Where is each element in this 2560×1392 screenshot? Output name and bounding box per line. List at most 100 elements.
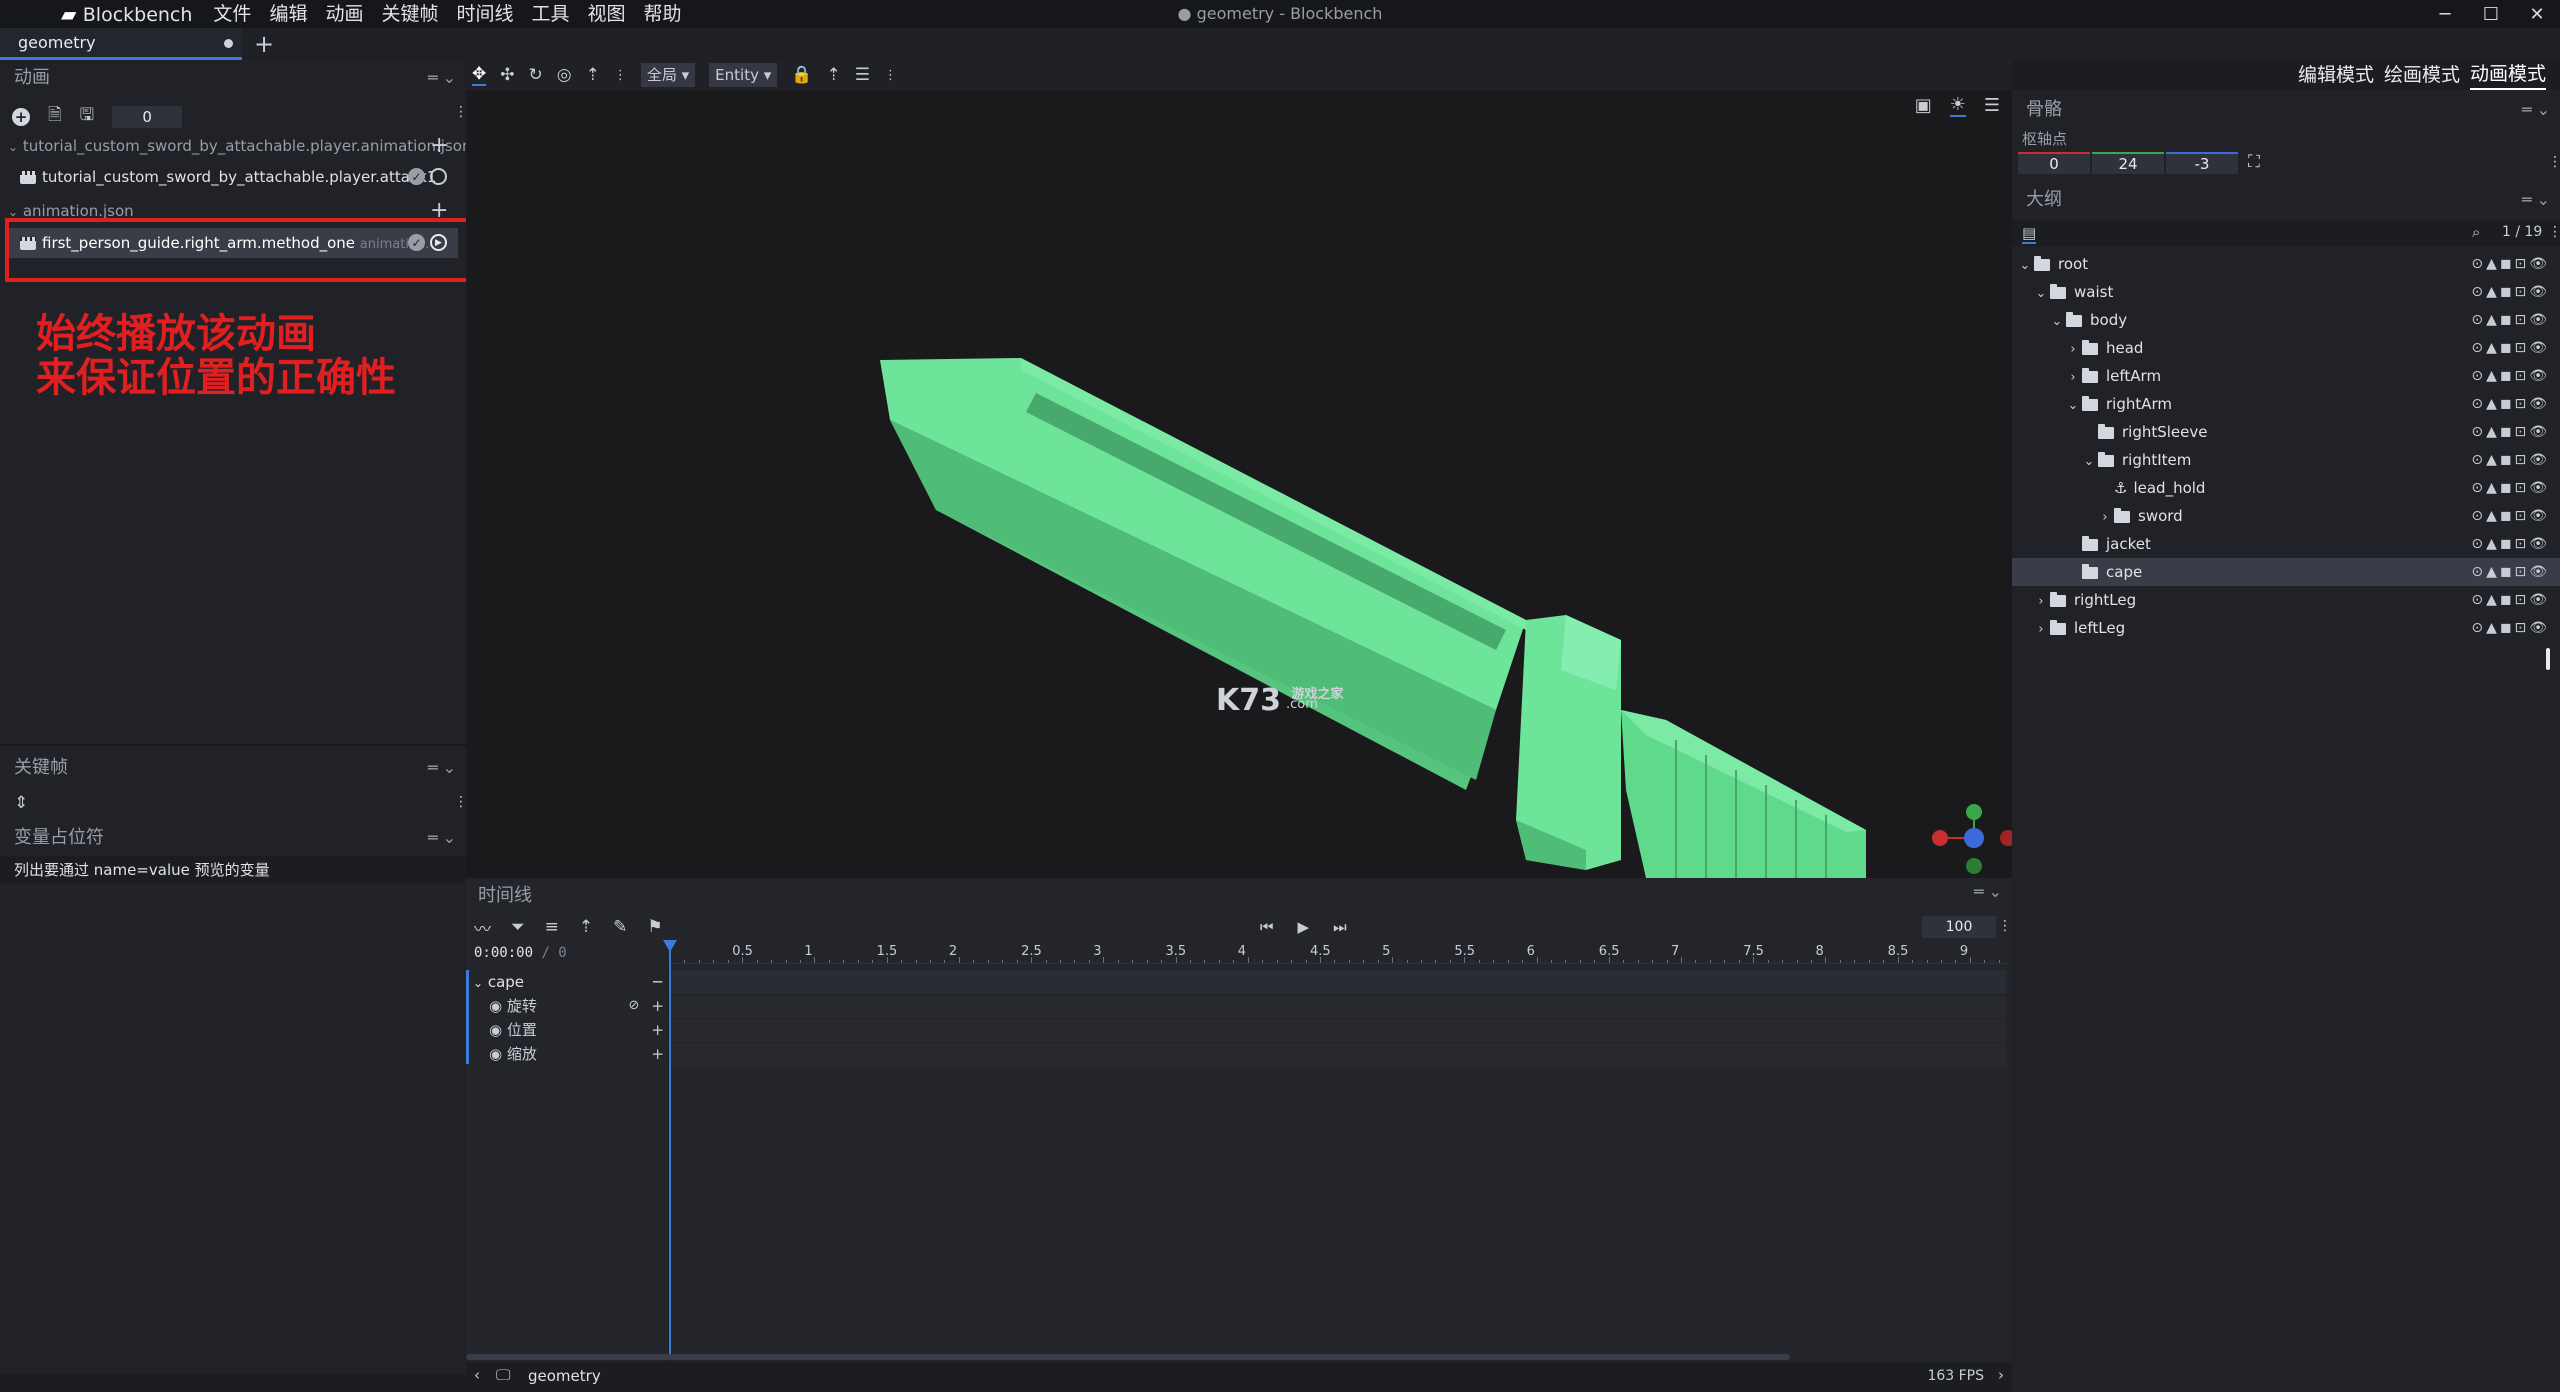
mode-paint[interactable]: 绘画模式 [2384,60,2460,90]
channel-bone-row[interactable]: ⌄ cape ─ [469,970,668,994]
keyframe-interpolation-icon[interactable]: ⇕ [14,793,28,813]
mirror-icon[interactable]: ⇡ [826,65,840,85]
skip-end-icon[interactable]: ⏭ [1333,918,1347,936]
rotate-tool-icon[interactable]: ↻ [529,65,543,85]
chevron-right-icon[interactable]: › [2034,616,2048,644]
chevron-down-icon[interactable]: ⌄ [2034,280,2048,308]
screenshot-icon[interactable]: ▣ [1915,94,1932,117]
sort-icon[interactable]: ⇡ [579,917,593,937]
more-icon[interactable]: ⋮ [2548,154,2560,170]
outliner-item-lead_hold[interactable]: ⚓ lead_hold ⊙▲◼⊡👁 [2012,474,2560,502]
timeline-scrollbar[interactable] [466,1354,1790,1360]
outliner-item-cape[interactable]: cape ⊙▲◼⊡👁 [2012,558,2560,586]
filter-icon[interactable]: ⏷ [511,917,525,937]
anim-time-input[interactable] [112,105,183,128]
chevron-down-icon[interactable]: ⌄ [2018,252,2032,280]
chevron-right-icon[interactable]: › [2066,364,2080,392]
chevron-left-icon[interactable]: ‹ [474,1366,480,1384]
3d-viewport[interactable]: K73 游戏之家 .com ▣ ☀ ☰ [466,90,2012,878]
add-keyframe-icon[interactable]: + [651,994,664,1018]
outliner-item-waist[interactable]: ⌄ waist ⊙▲◼⊡👁 [2012,278,2560,306]
eye-icon[interactable]: ◉ [489,1045,502,1063]
add-group-icon[interactable]: ▤ [2022,224,2037,244]
outliner-item-root[interactable]: ⌄ root ⊙▲◼⊡👁 [2012,250,2560,278]
vertex-snap-icon[interactable]: ⇡ [586,65,600,85]
minimize-icon[interactable]: ─ [2422,0,2468,28]
visibility-toggle-icons[interactable]: ⊙▲◼⊡👁 [2471,558,2550,586]
align-icon[interactable]: ☰ [855,65,870,85]
panel-menu-icon[interactable]: ═ ⌄ [428,750,456,786]
visibility-toggle-icons[interactable]: ⊙▲◼⊡👁 [2471,614,2550,642]
visibility-toggle-icons[interactable]: ⊙▲◼⊡👁 [2471,362,2550,390]
add-keyframe-icon[interactable]: + [651,1042,664,1066]
play-icon[interactable]: ▶ [1298,918,1310,936]
visibility-toggle-icons[interactable]: ⊙▲◼⊡👁 [2471,530,2550,558]
pivot-tool-icon[interactable]: ◎ [557,65,572,85]
lock-icon[interactable]: 🔒 [791,65,812,85]
panel-menu-icon[interactable]: ═ ⌄ [428,820,456,856]
lighting-icon[interactable]: ☀ [1949,94,1966,117]
outliner-item-head[interactable]: › head ⊙▲◼⊡👁 [2012,334,2560,362]
animation-item-attack1[interactable]: tutorial_custom_sword_by_attachable.play… [0,162,466,192]
mode-edit[interactable]: 编辑模式 [2298,60,2374,90]
resize-tool-icon[interactable]: ✣ [500,65,514,85]
outliner-item-jacket[interactable]: jacket ⊙▲◼⊡👁 [2012,530,2560,558]
channel-scale[interactable]: ◉ 缩放 + [469,1042,668,1066]
playhead-handle[interactable] [663,940,677,952]
outliner-item-leftArm[interactable]: › leftArm ⊙▲◼⊡👁 [2012,362,2560,390]
mode-animate[interactable]: 动画模式 [2469,60,2546,90]
track-position[interactable] [670,1020,2006,1042]
move-tool-icon[interactable]: ✥ [472,64,487,86]
collapse-icon[interactable]: ─ [653,970,662,994]
animation-file-1[interactable]: ⌄ tutorial_custom_sword_by_attachable.pl… [0,131,466,161]
maximize-icon[interactable]: ☐ [2468,0,2514,28]
more-icon[interactable]: ⋮ [1998,918,2012,934]
outliner-item-leftLeg[interactable]: › leftLeg ⊙▲◼⊡👁 [2012,614,2560,642]
track-rotation[interactable] [670,996,2006,1018]
outliner-item-rightLeg[interactable]: › rightLeg ⊙▲◼⊡👁 [2012,586,2560,614]
check-icon[interactable]: ✓ [408,168,425,185]
visibility-toggle-icons[interactable]: ⊙▲◼⊡👁 [2471,334,2550,362]
panel-menu-icon[interactable]: ═ ⌄ [2522,182,2550,218]
disable-icon[interactable]: ⊘ [629,994,640,1018]
outliner-item-rightArm[interactable]: ⌄ rightArm ⊙▲◼⊡👁 [2012,390,2560,418]
channel-rotation[interactable]: ◉ 旋转 + ⊘ [469,994,668,1018]
chevron-down-icon[interactable]: ⌄ [2050,308,2064,336]
variable-input[interactable]: 列出要通过 name=value 预览的变量 [0,856,466,884]
visibility-toggle-icons[interactable]: ⊙▲◼⊡👁 [2471,250,2550,278]
pivot-y-input[interactable] [2092,152,2164,174]
chevron-down-icon[interactable]: ⌄ [2066,392,2080,420]
pivot-dropdown[interactable]: Entity ▾ [709,63,778,87]
chevron-right-icon[interactable]: › [2066,336,2080,364]
track-scale[interactable] [670,1044,2006,1066]
menu-icon[interactable]: ☰ [1984,94,2000,117]
pivot-x-input[interactable] [2018,152,2090,174]
chevron-down-icon[interactable]: ⌄ [2082,448,2096,476]
space-dropdown[interactable]: 全局 ▾ [640,63,696,87]
more-icon[interactable]: ⋮ [2548,224,2560,240]
chevron-right-icon[interactable]: › [1998,1366,2004,1384]
search-icon[interactable]: ⌕ [2472,223,2480,241]
visibility-toggle-icons[interactable]: ⊙▲◼⊡👁 [2471,418,2550,446]
panel-menu-icon[interactable]: ═ ⌄ [1974,882,2002,901]
outliner-item-body[interactable]: ⌄ body ⊙▲◼⊡👁 [2012,306,2560,334]
add-keyframe-icon[interactable]: + [651,1018,664,1042]
add-animation-icon[interactable]: + [12,107,30,126]
chevron-right-icon[interactable]: › [2098,504,2112,532]
more-icon[interactable]: ⋮ [614,68,627,83]
save-animation-icon[interactable]: 🖫 [80,102,94,131]
visibility-toggle-icons[interactable]: ⊙▲◼⊡👁 [2471,390,2550,418]
outliner-item-rightItem[interactable]: ⌄ rightItem ⊙▲◼⊡👁 [2012,446,2560,474]
pivot-z-input[interactable] [2166,152,2238,174]
playhead[interactable] [669,942,671,1360]
play-toggle-icon[interactable] [430,168,447,185]
track-bone[interactable] [670,970,2006,994]
outliner-scrollbar[interactable] [2546,648,2550,670]
chevron-right-icon[interactable]: › [2034,588,2048,616]
graph-editor-icon[interactable]: 〰 [474,915,491,940]
outliner-item-rightSleeve[interactable]: rightSleeve ⊙▲◼⊡👁 [2012,418,2560,446]
add-to-file-icon[interactable]: + [430,133,448,158]
close-icon[interactable]: ✕ [2514,0,2560,28]
visibility-toggle-icons[interactable]: ⊙▲◼⊡👁 [2471,278,2550,306]
time-ruler[interactable]: 0.5 1 1.5 2 2.5 3 3.5 4 4.5 5 5.5 6 6.5 7 7.5 8 8.5 9 [670,942,2006,964]
